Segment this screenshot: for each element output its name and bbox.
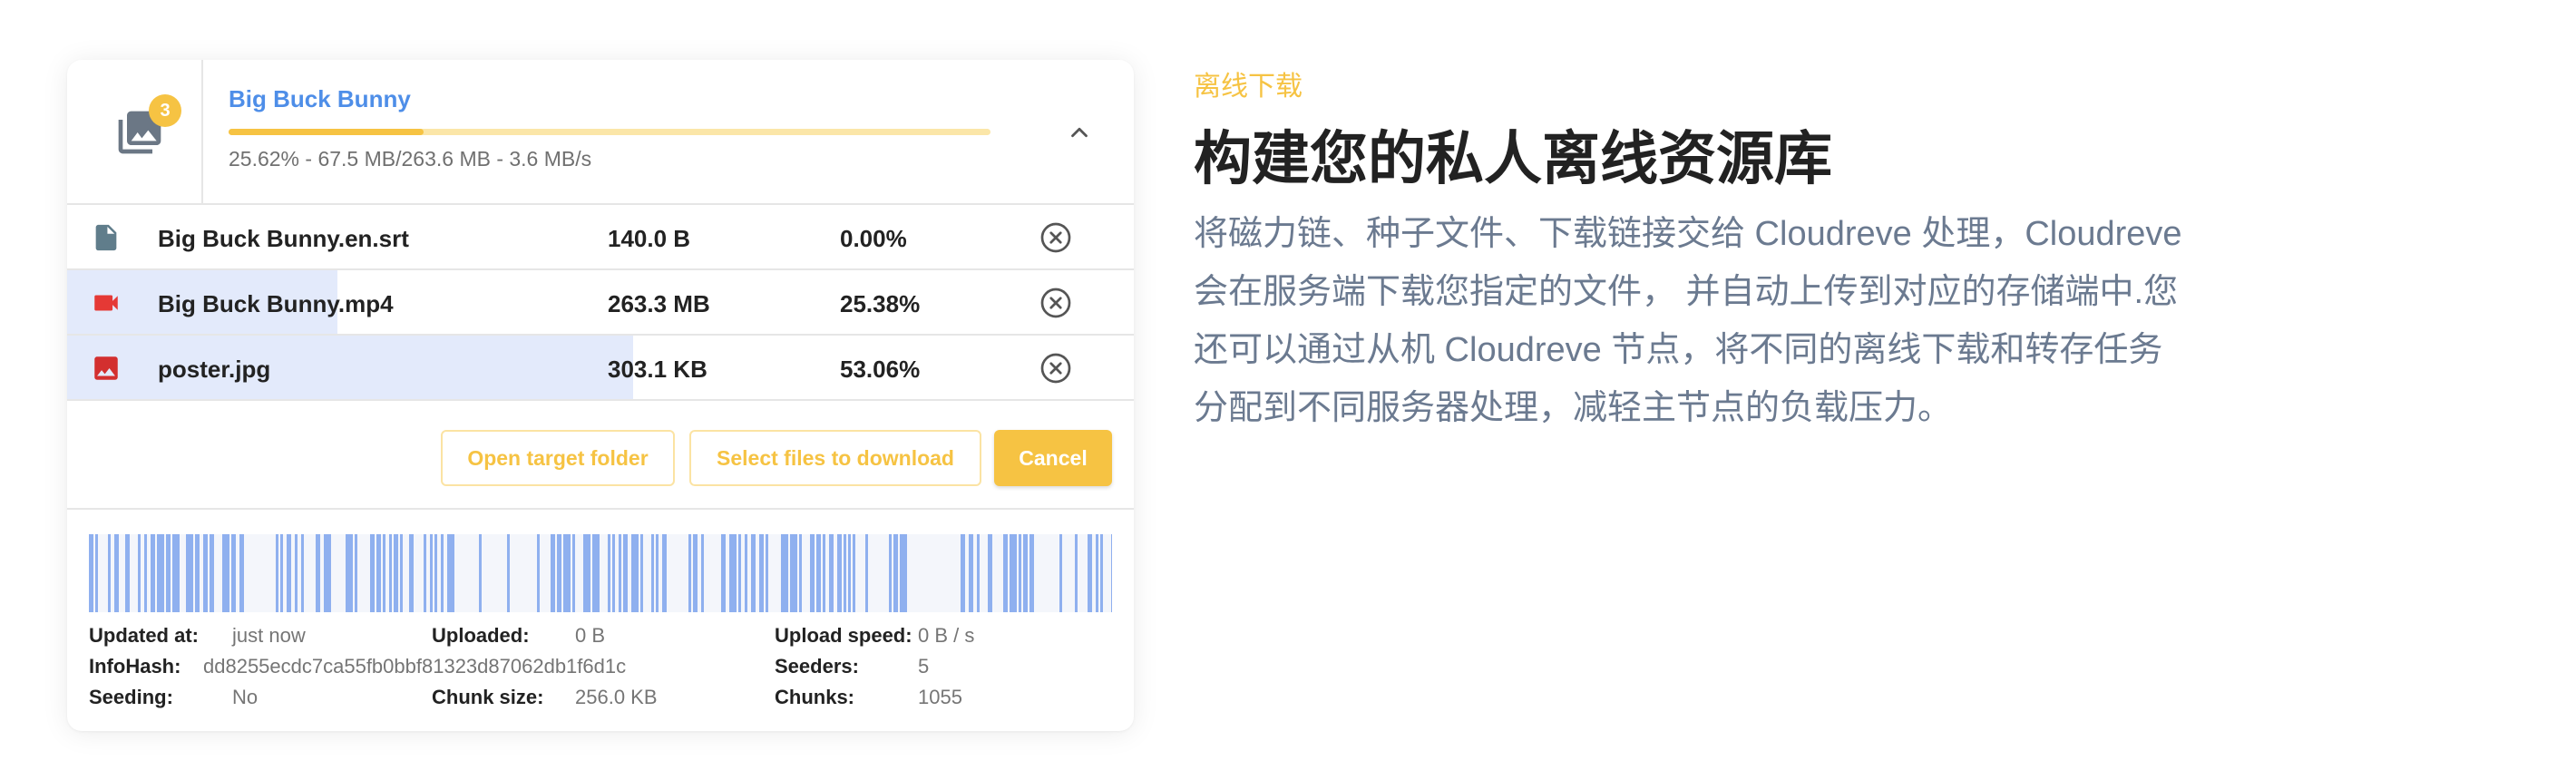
detail-label: Updated at: (89, 624, 199, 647)
cancel-button[interactable]: Cancel (994, 430, 1112, 486)
detail-label: Seeding: (89, 686, 173, 708)
file-percent: 53.06% (840, 356, 921, 383)
file-name: poster.jpg (158, 356, 271, 383)
file-name: Big Buck Bunny.mp4 (158, 290, 394, 317)
feature-description: 将磁力链、种子文件、下载链接交给 Cloudreve 处理，Cloudreve … (1194, 205, 2282, 437)
task-icon-cell: 3 (67, 60, 203, 205)
detail-label: Chunk size: (432, 686, 544, 708)
detail-label: InfoHash: (89, 655, 181, 678)
file-count-badge: 3 (149, 94, 181, 127)
remove-file-icon[interactable] (1039, 287, 1072, 319)
collapse-button[interactable] (1058, 111, 1101, 154)
download-task-card: 3 Big Buck Bunny 25.62% - 67.5 MB/263.6 … (67, 60, 1134, 731)
description-line: 分配到不同服务器处理，减轻主节点的负载压力。 (1194, 389, 1953, 427)
file-row[interactable]: poster.jpg 303.1 KB 53.06% (67, 336, 1134, 401)
detail-value: 5 (918, 655, 930, 678)
detail-label: Chunks: (775, 686, 854, 708)
task-header: 3 Big Buck Bunny 25.62% - 67.5 MB/263.6 … (67, 60, 1134, 205)
file-percent: 25.38% (840, 290, 921, 317)
chunk-map (89, 534, 1112, 612)
document-icon (95, 224, 117, 251)
file-size: 140.0 B (608, 225, 691, 252)
file-size: 263.3 MB (608, 290, 710, 317)
file-progress-fill (67, 336, 633, 399)
feature-headline: 构建您的私人离线资源库 (1194, 126, 1832, 191)
detail-label: Seeders: (775, 655, 859, 678)
file-size: 303.1 KB (608, 356, 707, 383)
description-line: 还可以通过从机 Cloudreve 节点，将不同的离线下载和转存任务 (1194, 331, 2163, 369)
description-line: 会在服务端下载您指定的文件， 并自动上传到对应的存储端中.您 (1194, 273, 2179, 311)
task-progress-bar (229, 129, 990, 135)
video-icon (94, 295, 118, 311)
file-row[interactable]: Big Buck Bunny.en.srt 140.0 B 0.00% (67, 205, 1134, 270)
detail-value: No (232, 686, 259, 708)
remove-file-icon[interactable] (1039, 352, 1072, 385)
task-progress-text: 25.62% - 67.5 MB/263.6 MB - 3.6 MB/s (229, 147, 592, 171)
file-row[interactable]: Big Buck Bunny.mp4 263.3 MB 25.38% (67, 270, 1134, 336)
file-name: Big Buck Bunny.en.srt (158, 225, 409, 252)
open-target-folder-button[interactable]: Open target folder (441, 430, 675, 486)
task-title[interactable]: Big Buck Bunny (229, 85, 411, 113)
detail-label: Uploaded: (432, 624, 530, 647)
remove-file-icon[interactable] (1039, 221, 1072, 254)
detail-value: 256.0 KB (575, 686, 658, 708)
detail-value: 1055 (918, 686, 962, 708)
image-icon (94, 356, 118, 380)
file-percent: 0.00% (840, 225, 907, 252)
feature-eyebrow: 离线下载 (1194, 72, 1303, 102)
detail-label: Upload speed: (775, 624, 912, 647)
detail-value: 0 B / s (918, 624, 975, 647)
detail-value: 0 B (575, 624, 606, 647)
task-actions: Open target folder Select files to downl… (67, 405, 1134, 510)
description-line: 将磁力链、种子文件、下载链接交给 Cloudreve 处理，Cloudreve (1194, 215, 2182, 253)
detail-value: dd8255ecdc7ca55fb0bbf81323d87062db1f6d1c (203, 655, 627, 678)
select-files-button[interactable]: Select files to download (689, 430, 981, 486)
chevron-up-icon (1071, 127, 1088, 138)
task-progress-fill (229, 129, 424, 135)
detail-value: just now (232, 624, 306, 647)
